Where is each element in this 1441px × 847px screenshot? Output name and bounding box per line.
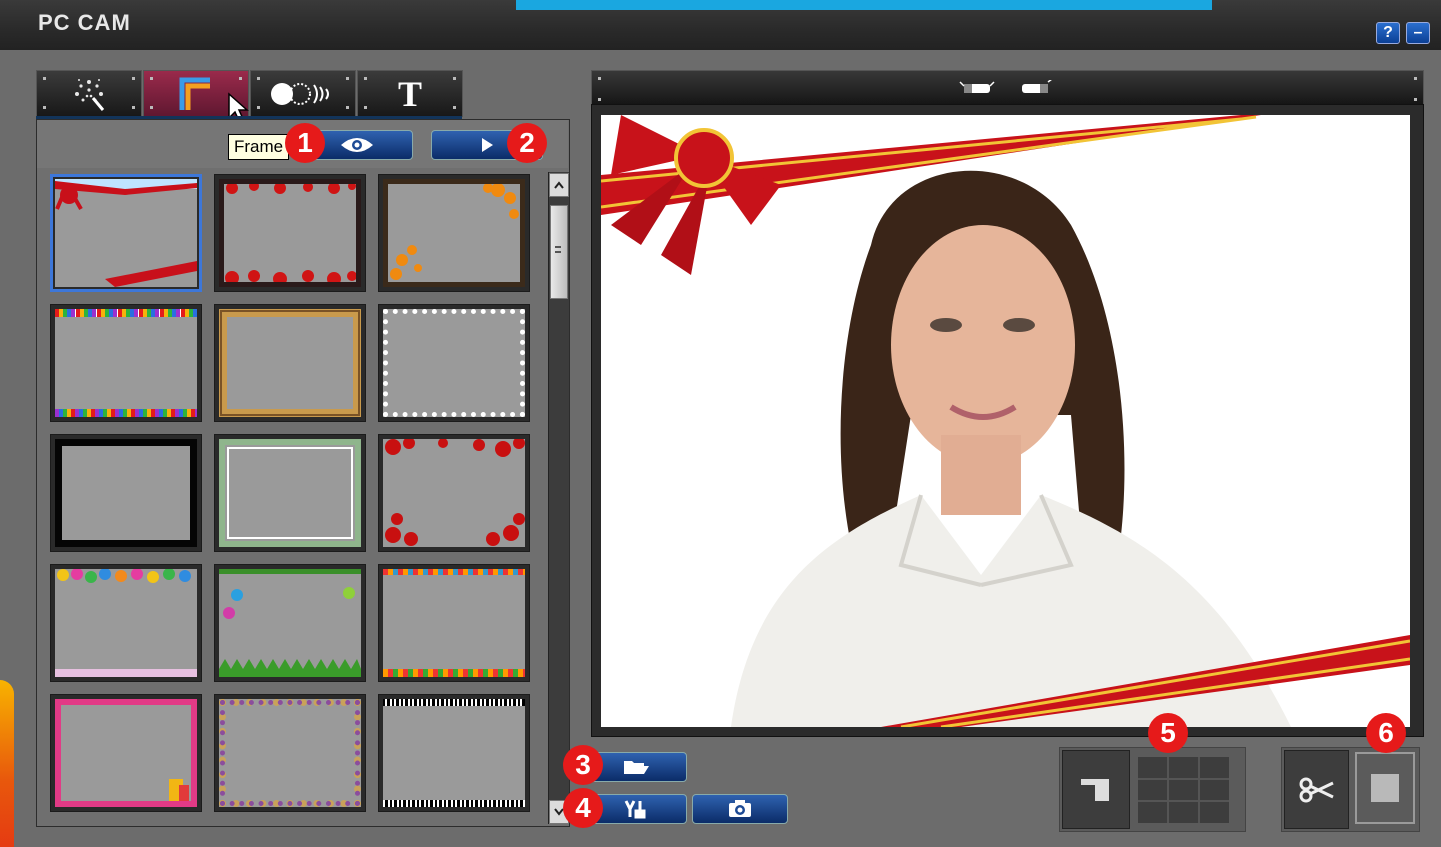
flip-vertical-icon[interactable]	[1016, 80, 1056, 96]
frame-thumbnail-black-film[interactable]	[50, 434, 202, 552]
help-button[interactable]: ?	[1376, 22, 1400, 44]
camera-icon	[729, 800, 751, 817]
scissors-icon	[1299, 777, 1334, 802]
sparkle-effects-icon	[75, 79, 105, 111]
camera-preview-image	[601, 115, 1410, 727]
frame-thumbnail-pink-birthday[interactable]	[50, 694, 202, 812]
eye-icon	[341, 138, 373, 152]
frame-thumbnail-white-stamp[interactable]	[378, 304, 530, 422]
scroll-up-button[interactable]	[549, 173, 569, 197]
frame-thumbnail-candy-lights[interactable]	[378, 564, 530, 682]
annotation-badge-3: 3	[563, 745, 603, 785]
morph-icon	[271, 83, 329, 105]
annotation-badge-6: 6	[1366, 713, 1406, 753]
stop-button[interactable]	[1355, 752, 1415, 824]
preview-header	[591, 70, 1424, 105]
folder-open-icon	[624, 761, 649, 774]
annotation-badge-5: 5	[1148, 713, 1188, 753]
frame-thumbnail-gold-ornate[interactable]	[214, 304, 366, 422]
frame-thumbnail-green-paper[interactable]	[214, 434, 366, 552]
minimize-button[interactable]: –	[1406, 22, 1430, 44]
tab-text[interactable]: T	[357, 70, 463, 117]
tab-effects[interactable]	[36, 70, 142, 117]
flip-horizontal-icon[interactable]	[958, 80, 998, 96]
frame-icon	[179, 77, 210, 110]
annotation-badge-1: 1	[285, 123, 325, 163]
chevron-up-icon	[554, 181, 564, 189]
annotation-badge-4: 4	[563, 788, 603, 828]
frame-thumbnail-confetti[interactable]	[214, 694, 366, 812]
tab-morph[interactable]	[250, 70, 356, 117]
tooltip: Frame	[228, 134, 290, 160]
frame-thumbnail-red-roses[interactable]	[378, 434, 530, 552]
grid-layout-button[interactable]	[1138, 757, 1229, 823]
cut-button[interactable]	[1284, 750, 1349, 829]
frame-thumbnail-barcode[interactable]	[378, 694, 530, 812]
frame-thumbnail-autumn-leaves[interactable]	[378, 174, 530, 292]
frame-thumbnail-christmas-baubles[interactable]	[214, 564, 366, 682]
single-layout-button[interactable]	[1062, 750, 1130, 829]
frame-thumbnail-balloons[interactable]	[50, 564, 202, 682]
accent-strip	[516, 0, 1212, 10]
scroll-grip-icon	[555, 246, 561, 253]
stop-icon	[1371, 774, 1399, 802]
frame-thumbnail-red-flowers[interactable]	[214, 174, 366, 292]
single-view-icon	[1081, 778, 1109, 801]
frame-thumbnail-rainbow-pencils[interactable]	[50, 304, 202, 422]
frame-thumbnail-red-ribbon[interactable]	[50, 174, 202, 292]
tools-icon	[624, 800, 646, 819]
capture-photo-button[interactable]	[692, 794, 788, 824]
text-icon: T	[397, 74, 422, 114]
desktop-edge-decoration	[0, 680, 14, 847]
annotation-badge-2: 2	[507, 123, 547, 163]
window-title: PC CAM	[38, 10, 131, 35]
play-icon	[482, 138, 493, 152]
